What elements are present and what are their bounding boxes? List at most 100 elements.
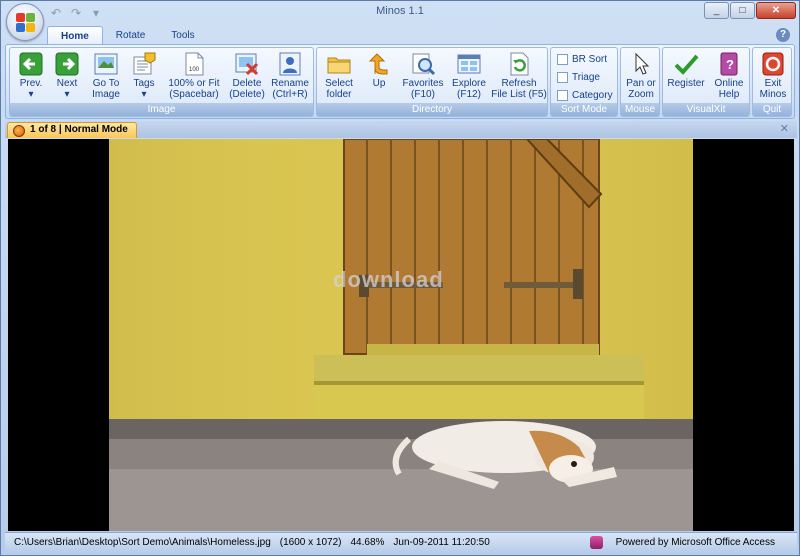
powered-label: Powered by Microsoft Office Access — [615, 537, 775, 548]
refresh-icon — [506, 52, 532, 76]
rename-button[interactable]: Rename (Ctrl+R) — [270, 50, 310, 104]
status-bar: C:\Users\Brian\Desktop\Sort Demo\Animals… — [5, 532, 797, 552]
help-icon[interactable]: ? — [776, 28, 790, 42]
tab-home[interactable]: Home — [47, 26, 103, 45]
select-label-1: Select — [325, 78, 353, 89]
br-sort-checkbox[interactable]: BR Sort — [557, 51, 607, 67]
prev-label: Prev. — [19, 78, 43, 89]
status-dimensions: (1600 x 1072) — [279, 537, 342, 548]
up-button[interactable]: Up — [363, 50, 395, 104]
triage-checkbox[interactable]: Triage — [557, 69, 600, 85]
pan-or-zoom-button[interactable]: Pan or Zoom — [623, 50, 659, 104]
ribbon-tabs: Home Rotate Tools — [47, 26, 208, 45]
group-image: Prev. ▾ Next ▾ Go To Image Tags ▾ 100 10… — [9, 47, 314, 117]
delete-label-2: (Delete) — [229, 89, 265, 100]
favorites-icon — [410, 52, 436, 76]
pan-label-2: Zoom — [628, 89, 654, 100]
tags-dropdown-icon: ▾ — [141, 89, 147, 100]
orb-logo-icon-2 — [26, 13, 35, 22]
triage-label: Triage — [572, 71, 600, 83]
exit-minos-button[interactable]: Exit Minos — [755, 50, 791, 104]
orb-logo-icon — [16, 13, 25, 22]
category-checkbox[interactable]: Category — [557, 87, 613, 103]
image-viewer[interactable]: download — [8, 139, 794, 531]
window-controls: _ □ ✕ — [704, 2, 796, 19]
fit-label-1: 100% or Fit — [168, 78, 220, 89]
svg-text:100: 100 — [189, 67, 200, 73]
power-icon — [760, 52, 786, 76]
cursor-icon — [628, 52, 654, 76]
group-label-sort-mode: Sort Mode — [551, 103, 617, 116]
delete-button[interactable]: Delete (Delete) — [228, 50, 266, 104]
online-label-1: Online — [714, 78, 744, 89]
pan-label-1: Pan or — [626, 78, 656, 89]
rename-label-2: (Ctrl+R) — [272, 89, 308, 100]
tags-icon — [131, 52, 157, 76]
tab-tools[interactable]: Tools — [158, 26, 207, 45]
rename-label-1: Rename — [271, 78, 309, 89]
ribbon: Prev. ▾ Next ▾ Go To Image Tags ▾ 100 10… — [5, 44, 795, 119]
triage-checkbox-box[interactable] — [557, 71, 568, 83]
app-orb-button[interactable] — [6, 3, 44, 41]
register-label: Register — [667, 78, 705, 89]
go-to-image-button[interactable]: Go To Image — [88, 50, 124, 104]
goto-label-1: Go To — [92, 78, 120, 89]
checkmark-icon — [673, 52, 699, 76]
refresh-label-1: Refresh — [501, 78, 537, 89]
group-label-mouse: Mouse — [621, 103, 659, 116]
select-label-2: folder — [326, 89, 352, 100]
online-label-2: Help — [718, 89, 740, 100]
document-tab[interactable]: 1 of 8 | Normal Mode — [7, 122, 137, 138]
favorites-button[interactable]: Favorites (F10) — [401, 50, 445, 104]
delete-label-1: Delete — [232, 78, 262, 89]
refresh-file-list-button[interactable]: Refresh File List (F5) — [491, 50, 547, 104]
browser-icon — [13, 125, 25, 137]
group-label-quit: Quit — [753, 103, 791, 116]
group-label-directory: Directory — [317, 103, 547, 116]
explore-button[interactable]: Explore (F12) — [449, 50, 489, 104]
arrow-left-icon — [18, 52, 44, 76]
minimize-button[interactable]: _ — [704, 2, 729, 19]
fit-button[interactable]: 100 100% or Fit (Spacebar) — [166, 50, 222, 104]
explore-label-1: Explore — [452, 78, 486, 89]
register-button[interactable]: Register — [665, 50, 707, 104]
document-tab-label: 1 of 8 | Normal Mode — [30, 124, 128, 135]
explore-label-2: (F12) — [457, 89, 481, 100]
goto-label-2: Image — [92, 89, 120, 100]
up-label: Up — [372, 78, 386, 89]
orb-logo-icon-3 — [16, 23, 25, 32]
access-logo-icon — [589, 536, 603, 549]
fav-label-1: Favorites — [402, 78, 444, 89]
category-checkbox-box[interactable] — [557, 89, 568, 101]
document-tab-strip: 1 of 8 | Normal Mode ✕ — [5, 121, 797, 138]
app-window: ↶ ↷ ▾ Minos 1.1 _ □ ✕ Home Rotate Tools … — [0, 0, 800, 556]
close-document-icon[interactable]: ✕ — [780, 122, 789, 135]
group-mouse: Pan or Zoom Mouse — [620, 47, 660, 117]
arrow-right-icon — [54, 52, 80, 76]
svg-text:?: ? — [726, 57, 734, 72]
br-sort-checkbox-box[interactable] — [557, 53, 568, 65]
select-folder-button[interactable]: Select folder — [321, 50, 357, 104]
group-quit: Exit Minos Quit — [752, 47, 792, 117]
group-sort-mode: BR Sort Triage Category Sort Mode — [550, 47, 618, 117]
group-label-image: Image — [10, 103, 313, 116]
up-arrow-icon — [366, 52, 392, 76]
tags-button[interactable]: Tags ▾ — [128, 50, 160, 104]
group-label-visualxit: VisualXit — [663, 103, 749, 116]
tab-rotate[interactable]: Rotate — [103, 26, 158, 45]
close-button[interactable]: ✕ — [756, 2, 796, 19]
group-visualxit: Register ? Online Help VisualXit — [662, 47, 750, 117]
document-zoom-icon: 100 — [181, 52, 207, 76]
refresh-label-2: File List (F5) — [491, 89, 547, 100]
prev-dropdown-icon: ▾ — [28, 89, 34, 100]
folder-icon — [326, 52, 352, 76]
group-directory: Select folder Up Favorites (F10) Explore… — [316, 47, 548, 117]
fit-label-2: (Spacebar) — [169, 89, 219, 100]
br-sort-label: BR Sort — [572, 53, 608, 65]
powered-by: Powered by Microsoft Office Access — [581, 536, 775, 549]
maximize-button[interactable]: □ — [730, 2, 755, 19]
prev-button[interactable]: Prev. ▾ — [14, 50, 48, 104]
next-button[interactable]: Next ▾ — [50, 50, 84, 104]
picture-icon — [93, 52, 119, 76]
online-help-button[interactable]: ? Online Help — [711, 50, 747, 104]
